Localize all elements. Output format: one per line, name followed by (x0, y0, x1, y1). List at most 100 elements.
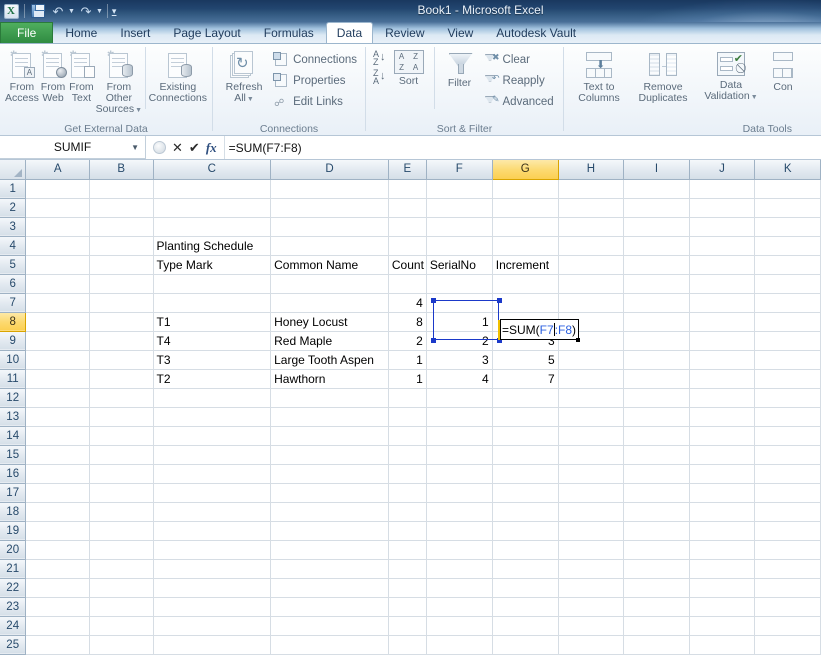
cell-I7[interactable] (623, 293, 690, 313)
cell-H13[interactable] (558, 407, 625, 427)
cell-G7[interactable] (492, 293, 559, 313)
cell-E6[interactable] (388, 274, 427, 294)
column-header-h[interactable]: H (558, 160, 625, 180)
cell-E5[interactable]: Count (388, 255, 427, 275)
cell-D16[interactable] (270, 464, 389, 484)
column-header-f[interactable]: F (426, 160, 493, 180)
cell-G15[interactable] (492, 445, 559, 465)
cell-I25[interactable] (623, 635, 690, 655)
cell-I19[interactable] (623, 521, 690, 541)
cell-editor-G8[interactable]: =SUM(F7: F8) (500, 319, 579, 340)
cell-E25[interactable] (388, 635, 427, 655)
cell-J10[interactable] (689, 350, 756, 370)
cell-H17[interactable] (558, 483, 625, 503)
tab-formulas[interactable]: Formulas (253, 22, 325, 43)
cell-G2[interactable] (492, 198, 559, 218)
cell-B1[interactable] (89, 179, 154, 199)
cell-B14[interactable] (89, 426, 154, 446)
cell-K23[interactable] (754, 597, 821, 617)
cell-C2[interactable] (153, 198, 272, 218)
cell-K25[interactable] (754, 635, 821, 655)
row-header-13[interactable]: 13 (0, 407, 27, 427)
tab-insert[interactable]: Insert (109, 22, 161, 43)
cell-G11[interactable]: 7 (492, 369, 559, 389)
cell-J18[interactable] (689, 502, 756, 522)
cell-E16[interactable] (388, 464, 427, 484)
cell-J15[interactable] (689, 445, 756, 465)
cell-J25[interactable] (689, 635, 756, 655)
column-header-i[interactable]: I (623, 160, 690, 180)
cell-K3[interactable] (754, 217, 821, 237)
cell-C21[interactable] (153, 559, 272, 579)
cell-K16[interactable] (754, 464, 821, 484)
row-header-22[interactable]: 22 (0, 578, 27, 598)
cell-E10[interactable]: 1 (388, 350, 427, 370)
cell-G24[interactable] (492, 616, 559, 636)
cell-H24[interactable] (558, 616, 625, 636)
cell-I3[interactable] (623, 217, 690, 237)
cell-A7[interactable] (25, 293, 90, 313)
row-header-8[interactable]: 8 (0, 312, 27, 332)
clear-filter-button[interactable]: ✖ Clear (481, 49, 557, 70)
cell-C20[interactable] (153, 540, 272, 560)
cell-F2[interactable] (426, 198, 493, 218)
cell-A4[interactable] (25, 236, 90, 256)
cell-K21[interactable] (754, 559, 821, 579)
cell-J3[interactable] (689, 217, 756, 237)
cell-C18[interactable] (153, 502, 272, 522)
cell-J16[interactable] (689, 464, 756, 484)
cell-H14[interactable] (558, 426, 625, 446)
row-header-18[interactable]: 18 (0, 502, 27, 522)
cell-E21[interactable] (388, 559, 427, 579)
cell-I14[interactable] (623, 426, 690, 446)
cell-D25[interactable] (270, 635, 389, 655)
cell-C4[interactable]: Planting Schedule (153, 236, 272, 256)
cell-J12[interactable] (689, 388, 756, 408)
cell-G6[interactable] (492, 274, 559, 294)
cell-J2[interactable] (689, 198, 756, 218)
row-header-16[interactable]: 16 (0, 464, 27, 484)
cell-I9[interactable] (623, 331, 690, 351)
cell-A20[interactable] (25, 540, 90, 560)
cell-B8[interactable] (89, 312, 154, 332)
row-header-21[interactable]: 21 (0, 559, 27, 579)
row-header-6[interactable]: 6 (0, 274, 27, 294)
cell-F1[interactable] (426, 179, 493, 199)
cell-J24[interactable] (689, 616, 756, 636)
cell-E12[interactable] (388, 388, 427, 408)
cell-B15[interactable] (89, 445, 154, 465)
text-to-columns-button[interactable]: ⬇ Text to Columns (569, 47, 629, 104)
cell-B22[interactable] (89, 578, 154, 598)
cell-C3[interactable] (153, 217, 272, 237)
cell-D17[interactable] (270, 483, 389, 503)
cell-I24[interactable] (623, 616, 690, 636)
cell-I17[interactable] (623, 483, 690, 503)
cell-I1[interactable] (623, 179, 690, 199)
cell-A8[interactable] (25, 312, 90, 332)
cell-B11[interactable] (89, 369, 154, 389)
cell-J20[interactable] (689, 540, 756, 560)
ribbon-tabs[interactable]: File Home Insert Page Layout Formulas Da… (0, 22, 821, 44)
row-header-10[interactable]: 10 (0, 350, 27, 370)
cell-D24[interactable] (270, 616, 389, 636)
cell-K20[interactable] (754, 540, 821, 560)
insert-function-icon[interactable]: fx (206, 141, 217, 154)
cell-D19[interactable] (270, 521, 389, 541)
cell-E1[interactable] (388, 179, 427, 199)
cell-K12[interactable] (754, 388, 821, 408)
cell-E20[interactable] (388, 540, 427, 560)
cell-G14[interactable] (492, 426, 559, 446)
cell-G20[interactable] (492, 540, 559, 560)
cell-D14[interactable] (270, 426, 389, 446)
from-text-button[interactable]: ✱ FromText (67, 47, 96, 104)
column-header-j[interactable]: J (689, 160, 756, 180)
cell-D13[interactable] (270, 407, 389, 427)
cell-D18[interactable] (270, 502, 389, 522)
cell-F14[interactable] (426, 426, 493, 446)
cell-H19[interactable] (558, 521, 625, 541)
cell-F3[interactable] (426, 217, 493, 237)
row-header-5[interactable]: 5 (0, 255, 27, 275)
cell-K8[interactable] (754, 312, 821, 332)
cell-D2[interactable] (270, 198, 389, 218)
cell-K9[interactable] (754, 331, 821, 351)
